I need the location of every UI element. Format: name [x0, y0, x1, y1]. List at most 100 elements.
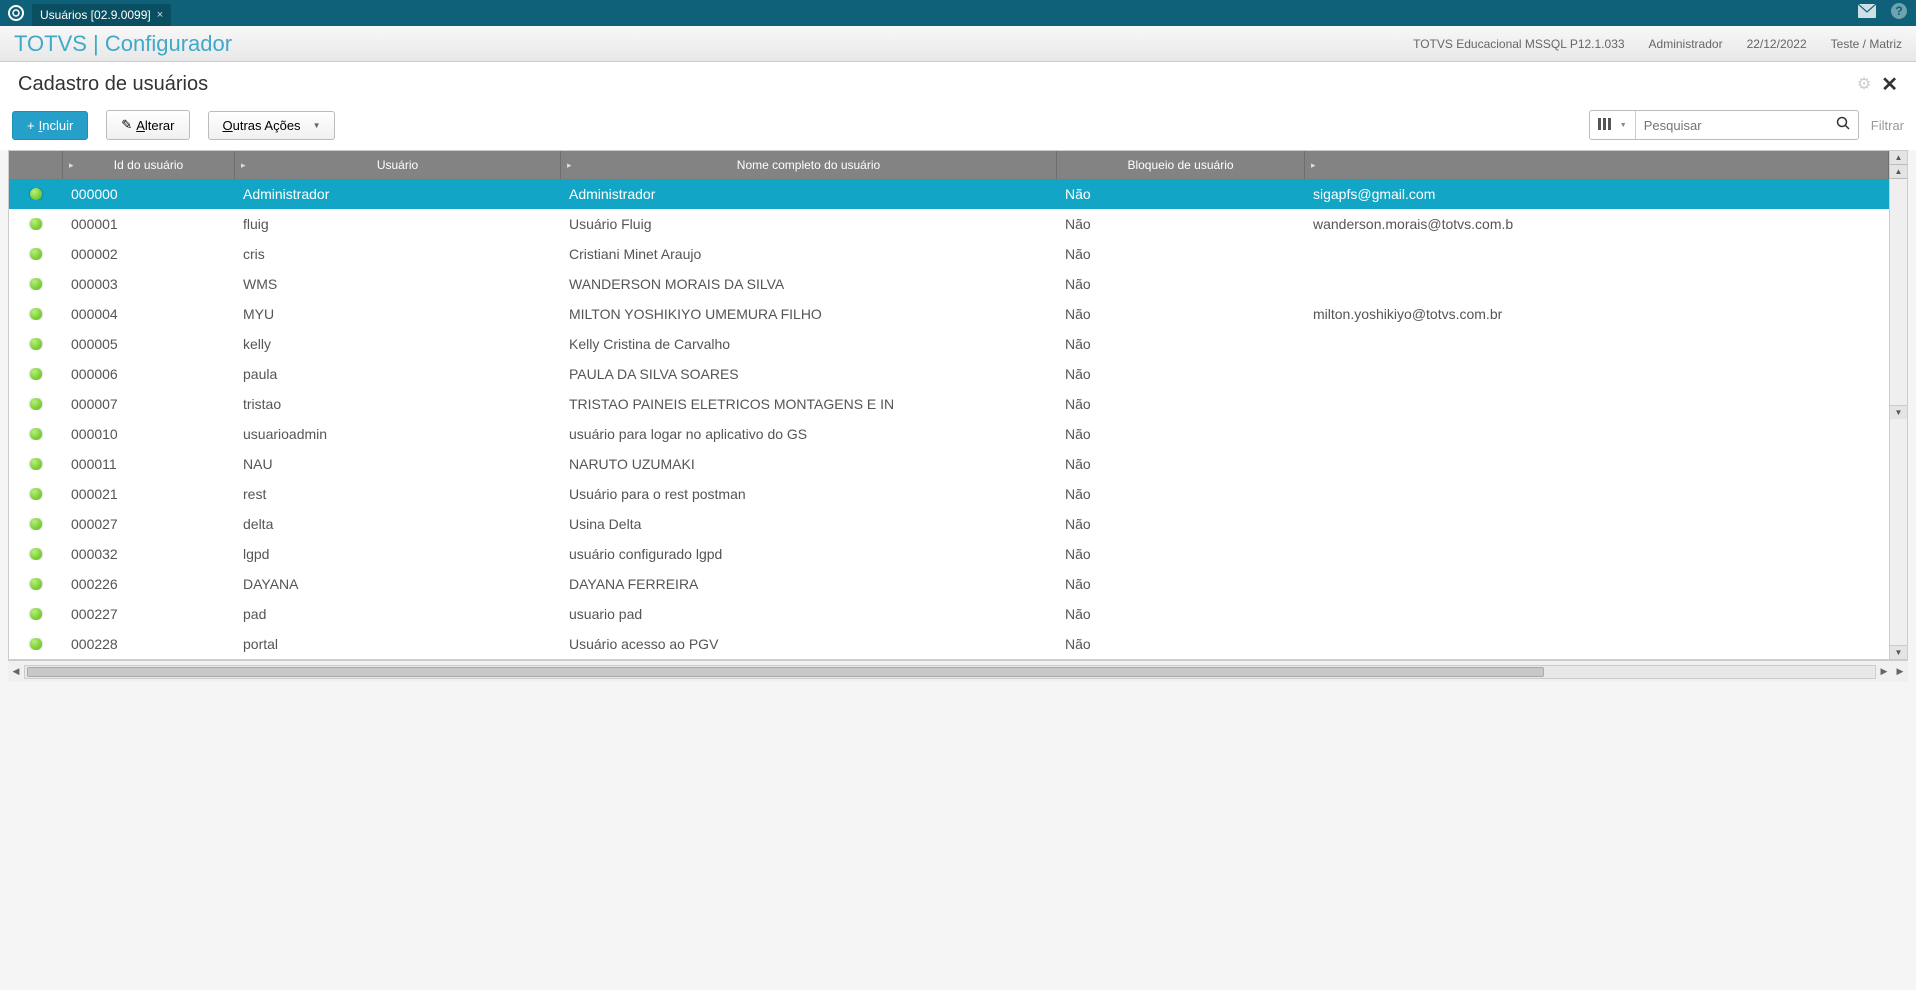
grid-header: ▸ Id do usuário ▸ Usuário ▸ Nome complet… [9, 151, 1907, 179]
status-dot-icon [30, 188, 42, 200]
gear-icon[interactable]: ⚙ [1857, 74, 1871, 94]
column-header-blocked[interactable]: Bloqueio de usuário [1057, 151, 1305, 179]
hscroll-thumb[interactable] [27, 667, 1544, 677]
cell-user: delta [235, 516, 561, 532]
app-logo-icon [8, 5, 24, 21]
cell-user: paula [235, 366, 561, 382]
alter-label: lterar [145, 118, 175, 133]
cell-id: 000002 [63, 246, 235, 262]
cell-user: fluig [235, 216, 561, 232]
status-cell [9, 458, 63, 470]
cell-fullname: Usina Delta [561, 516, 1057, 532]
status-cell [9, 518, 63, 530]
table-row[interactable]: 000006paulaPAULA DA SILVA SOARESNão [9, 359, 1907, 389]
status-dot-icon [30, 458, 42, 470]
status-cell [9, 248, 63, 260]
scroll-down-icon[interactable]: ▼ [1890, 405, 1907, 419]
cell-fullname: Usuário acesso ao PGV [561, 636, 1057, 652]
search-icon[interactable] [1828, 116, 1858, 135]
app-title: TOTVS | Configurador [14, 31, 232, 57]
scroll-up-icon[interactable]: ▲ [1890, 165, 1907, 179]
table-row[interactable]: 000002crisCristiani Minet AraujoNão [9, 239, 1907, 269]
cell-blocked: Não [1057, 336, 1305, 352]
vscroll-header-buttons: ▲ ▲ [1889, 151, 1907, 179]
cell-email: sigapfs@gmail.com [1305, 186, 1907, 202]
scroll-right-icon[interactable]: ▶ [1876, 666, 1892, 677]
alter-button[interactable]: ✎ Alterar [106, 110, 189, 140]
cell-id: 000226 [63, 576, 235, 592]
status-cell [9, 428, 63, 440]
status-dot-icon [30, 398, 42, 410]
cell-blocked: Não [1057, 306, 1305, 322]
table-row[interactable]: 000003WMSWANDERSON MORAIS DA SILVANão [9, 269, 1907, 299]
table-row[interactable]: 000226DAYANADAYANA FERREIRANão [9, 569, 1907, 599]
scroll-end-icon[interactable]: ▶ [1892, 666, 1908, 677]
status-cell [9, 548, 63, 560]
table-row[interactable]: 000021restUsuário para o rest postmanNão [9, 479, 1907, 509]
status-cell [9, 398, 63, 410]
column-header-email[interactable]: ▸ [1305, 151, 1889, 179]
status-dot-icon [30, 608, 42, 620]
status-dot-icon [30, 488, 42, 500]
column-header-id[interactable]: ▸ Id do usuário [63, 151, 235, 179]
table-row[interactable]: 000032lgpdusuário configurado lgpdNão [9, 539, 1907, 569]
table-row[interactable]: 000001fluigUsuário FluigNãowanderson.mor… [9, 209, 1907, 239]
cell-blocked: Não [1057, 276, 1305, 292]
status-dot-icon [30, 308, 42, 320]
status-dot-icon [30, 518, 42, 530]
help-icon[interactable]: ? [1890, 2, 1908, 25]
cell-id: 000010 [63, 426, 235, 442]
status-dot-icon [30, 428, 42, 440]
tab-label: Usuários [02.9.0099] [40, 8, 151, 22]
cell-fullname: usuário para logar no aplicativo do GS [561, 426, 1057, 442]
column-header-user[interactable]: ▸ Usuário [235, 151, 561, 179]
cell-email: wanderson.morais@totvs.com.b [1305, 216, 1907, 232]
table-row[interactable]: 000011NAUNARUTO UZUMAKINão [9, 449, 1907, 479]
scroll-bottom-icon[interactable]: ▼ [1890, 645, 1907, 659]
cell-user: tristao [235, 396, 561, 412]
vertical-scrollbar[interactable]: ▼ ▼ [1889, 179, 1907, 659]
cell-id: 000001 [63, 216, 235, 232]
cell-blocked: Não [1057, 636, 1305, 652]
cell-user: kelly [235, 336, 561, 352]
hscroll-track[interactable] [24, 665, 1876, 679]
search-box [1589, 110, 1859, 140]
window-tab[interactable]: Usuários [02.9.0099] × [32, 4, 171, 26]
column-header-status[interactable] [9, 151, 63, 179]
include-button[interactable]: + Incluir [12, 111, 88, 140]
mail-icon[interactable] [1858, 4, 1876, 23]
status-dot-icon [30, 338, 42, 350]
table-row[interactable]: 000227padusuario padNão [9, 599, 1907, 629]
cell-blocked: Não [1057, 396, 1305, 412]
scroll-left-icon[interactable]: ◀ [8, 666, 24, 677]
status-cell [9, 578, 63, 590]
table-row[interactable]: 000027deltaUsina DeltaNão [9, 509, 1907, 539]
table-row[interactable]: 000005kellyKelly Cristina de CarvalhoNão [9, 329, 1907, 359]
close-icon[interactable]: ✕ [1881, 72, 1898, 97]
caret-right-icon: ▸ [567, 160, 572, 171]
cell-id: 000011 [63, 456, 235, 472]
cell-fullname: PAULA DA SILVA SOARES [561, 366, 1057, 382]
other-actions-button[interactable]: Outras Ações [208, 111, 336, 140]
header-user: Administrador [1649, 37, 1723, 51]
scroll-top-icon[interactable]: ▲ [1890, 151, 1907, 165]
caret-right-icon: ▸ [69, 160, 74, 171]
filter-link[interactable]: Filtrar [1871, 118, 1904, 133]
tab-close-icon[interactable]: × [157, 9, 163, 21]
search-input[interactable] [1636, 118, 1828, 133]
table-row[interactable]: 000010usuarioadminusuário para logar no … [9, 419, 1907, 449]
search-columns-button[interactable] [1590, 111, 1636, 139]
cell-id: 000006 [63, 366, 235, 382]
titlebar: Usuários [02.9.0099] × ? [0, 0, 1916, 26]
columns-icon [1598, 118, 1612, 133]
table-row[interactable]: 000000AdministradorAdministradorNãosigap… [9, 179, 1907, 209]
table-row[interactable]: 000228portalUsuário acesso ao PGVNão [9, 629, 1907, 659]
cell-fullname: WANDERSON MORAIS DA SILVA [561, 276, 1057, 292]
cell-blocked: Não [1057, 486, 1305, 502]
status-cell [9, 188, 63, 200]
status-dot-icon [30, 578, 42, 590]
table-row[interactable]: 000007tristaoTRISTAO PAINEIS ELETRICOS M… [9, 389, 1907, 419]
table-row[interactable]: 000004MYUMILTON YOSHIKIYO UMEMURA FILHON… [9, 299, 1907, 329]
header-context: Teste / Matriz [1831, 37, 1902, 51]
column-header-fullname[interactable]: ▸ Nome completo do usuário [561, 151, 1057, 179]
